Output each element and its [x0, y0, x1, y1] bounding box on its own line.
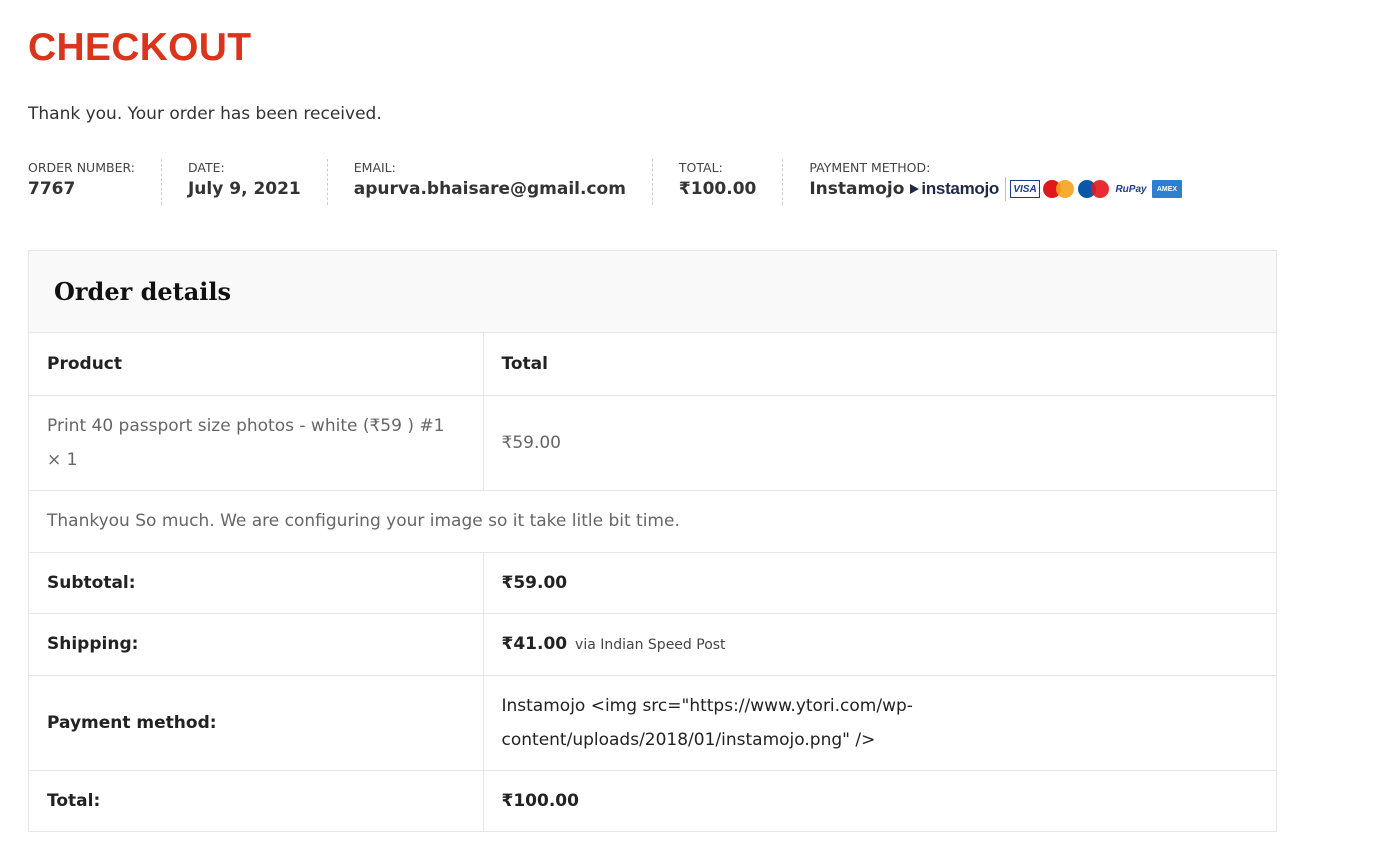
order-email-label: EMAIL: [353, 160, 396, 175]
order-details-panel: Order details Product Total Print 40 pas… [28, 250, 1277, 832]
shipping-label: Shipping: [29, 612, 484, 675]
payment-method-label: PAYMENT METHOD: [809, 160, 931, 175]
table-row: Shipping: ₹41.00 via Indian Speed Post [29, 612, 1276, 675]
order-overview: ORDER NUMBER: 7767 DATE: July 9, 2021 EM… [28, 159, 1185, 205]
total-row-label: Total: [29, 769, 484, 831]
order-total-value: ₹100.00 [678, 179, 757, 199]
order-details-title: Order details [54, 277, 232, 306]
table-row: Payment method: Instamojo <img src="http… [29, 674, 1276, 770]
table-row: Subtotal: ₹59.00 [29, 551, 1276, 613]
order-total-block: TOTAL: ₹100.00 [678, 159, 784, 205]
order-details-table: Product Total Print 40 passport size pho… [29, 333, 1276, 831]
mastercard-card-icon [1043, 180, 1075, 198]
maestro-card-icon [1078, 180, 1110, 198]
payment-method-value-row: Instamojo instamojo VISA RuPay AMEX [809, 177, 1185, 201]
column-header-product: Product [29, 333, 484, 395]
table-row: Print 40 passport size photos - white (₹… [29, 394, 1276, 490]
payment-method-row-value: Instamojo <img src="https://www.ytori.co… [483, 674, 1276, 770]
order-email-value: apurva.bhaisare@gmail.com [353, 179, 626, 199]
amex-card-icon: AMEX [1152, 180, 1182, 198]
column-header-total: Total [501, 353, 548, 374]
payment-method-block: PAYMENT METHOD: Instamojo instamojo VISA… [809, 159, 1185, 205]
shipping-method: via Indian Speed Post [575, 636, 726, 653]
instamojo-logo: instamojo [910, 179, 999, 199]
product-quantity: × 1 [47, 449, 78, 470]
visa-card-icon: VISA [1010, 180, 1040, 198]
table-row: Total: ₹100.00 [29, 769, 1276, 831]
payment-method-value: Instamojo [809, 179, 905, 199]
page-title: CHECKOUT [28, 26, 252, 69]
card-logos: VISA RuPay AMEX [1005, 177, 1185, 201]
order-date-label: DATE: [187, 160, 225, 175]
customer-note: Thankyou So much. We are configuring you… [29, 489, 1276, 552]
table-row: Thankyou So much. We are configuring you… [29, 489, 1276, 552]
order-date-value: July 9, 2021 [187, 179, 301, 199]
subtotal-value: ₹59.00 [483, 551, 1276, 613]
product-total: ₹59.00 [483, 394, 1276, 490]
order-number-value: 7767 [28, 179, 76, 199]
order-date-block: DATE: July 9, 2021 [188, 159, 328, 205]
rupay-card-icon: RuPay [1115, 183, 1147, 195]
table-header-row: Product Total [29, 333, 1276, 395]
instamojo-mark-icon [910, 184, 920, 194]
order-details-header: Order details [29, 251, 1276, 333]
shipping-value: ₹41.00 [501, 633, 568, 654]
order-number-label: ORDER NUMBER: [28, 160, 135, 175]
shipping-cell: ₹41.00 via Indian Speed Post [483, 612, 1276, 675]
product-name-link[interactable]: Print 40 passport size photos - white (₹… [47, 416, 444, 436]
order-email-block: EMAIL: apurva.bhaisare@gmail.com [354, 159, 653, 205]
order-number-block: ORDER NUMBER: 7767 [28, 159, 162, 205]
payment-method-row-label: Payment method: [29, 674, 484, 770]
order-received-message: Thank you. Your order has been received. [28, 104, 382, 124]
order-total-label: TOTAL: [678, 160, 723, 175]
product-cell: Print 40 passport size photos - white (₹… [29, 394, 484, 490]
total-row-value: ₹100.00 [483, 769, 1276, 831]
instamojo-logo-text: instamojo [921, 179, 999, 198]
subtotal-label: Subtotal: [29, 551, 484, 613]
